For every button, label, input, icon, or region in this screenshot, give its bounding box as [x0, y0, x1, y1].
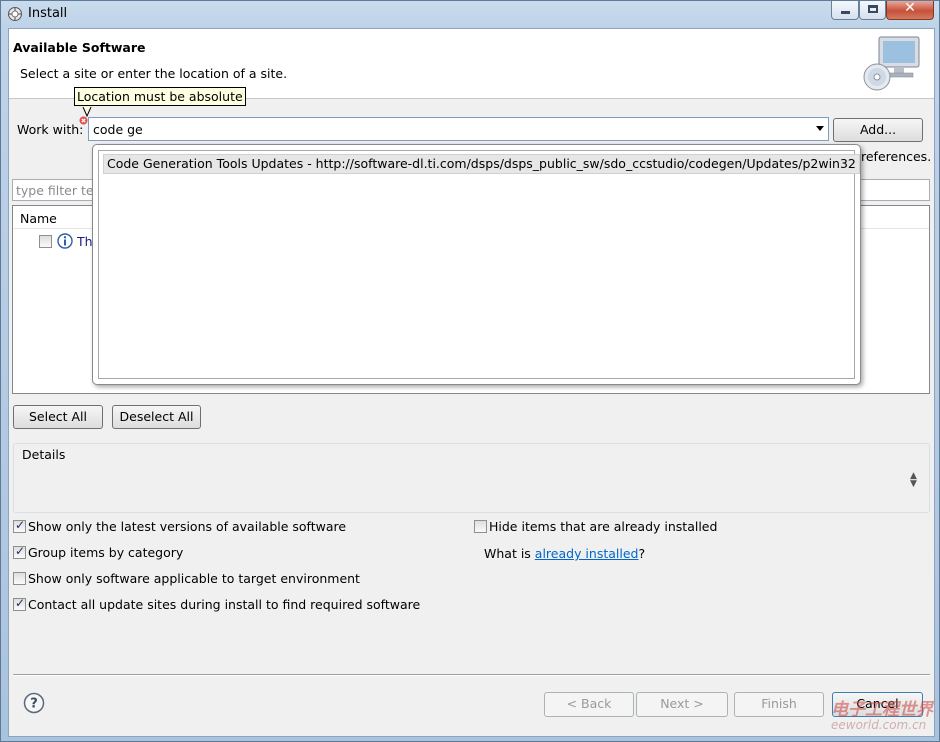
title-bar[interactable]: Install ✕ — [1, 0, 940, 28]
work-with-label: Work with: — [17, 122, 84, 137]
chevron-down-icon[interactable] — [816, 126, 824, 131]
maximize-button[interactable] — [859, 1, 886, 20]
add-site-button[interactable]: Add... — [833, 118, 923, 142]
location-error-tooltip: Location must be absolute — [74, 87, 246, 106]
show-latest-label: Show only the latest versions of availab… — [28, 519, 347, 534]
page-title: Available Software — [13, 40, 146, 55]
hide-installed-label: Hide items that are already installed — [489, 519, 718, 534]
watermark-line1: 电子工程世界 — [831, 700, 933, 720]
autocomplete-popup: Code Generation Tools Updates - http://s… — [92, 144, 861, 385]
install-banner-icon — [863, 36, 920, 91]
autocomplete-item[interactable]: Code Generation Tools Updates - http://s… — [103, 154, 860, 174]
column-header-name[interactable]: Name — [20, 211, 57, 226]
dialog-client-area: Available Software Select a site or ente… — [8, 28, 935, 737]
info-icon — [57, 233, 73, 249]
work-with-input[interactable]: code ge — [93, 122, 143, 137]
tooltip-tail-icon — [82, 107, 92, 117]
minimize-icon — [841, 11, 850, 14]
select-all-button[interactable]: Select All — [13, 405, 103, 429]
details-scroll-arrows-icon[interactable]: ▲ ▼ — [910, 472, 917, 489]
preferences-link-text[interactable]: references. — [861, 149, 931, 164]
maximize-icon — [868, 5, 878, 13]
work-with-combo[interactable]: code ge — [88, 117, 829, 141]
button-bar-separator — [13, 674, 930, 676]
filter-placeholder: type filter tex — [16, 183, 101, 198]
error-decoration-icon — [79, 116, 88, 125]
what-is-prefix: What is — [484, 546, 535, 561]
svg-text:?: ? — [30, 697, 38, 712]
install-window: Install ✕ Available Software Select a si… — [0, 0, 940, 742]
deselect-all-button[interactable]: Deselect All — [112, 405, 201, 429]
show-applicable-label: Show only software applicable to target … — [28, 571, 360, 586]
eclipse-app-icon — [8, 7, 22, 21]
hide-installed-checkbox[interactable] — [474, 520, 487, 533]
autocomplete-list: Code Generation Tools Updates - http://s… — [98, 150, 860, 379]
back-button[interactable]: < Back — [544, 692, 634, 717]
show-applicable-checkbox[interactable] — [13, 572, 26, 585]
close-button[interactable]: ✕ — [886, 0, 934, 20]
watermark-line2: eeworld.com.cn — [831, 718, 927, 732]
what-is-suffix: ? — [638, 546, 646, 561]
details-label: Details — [21, 447, 67, 462]
contact-sites-checkbox[interactable] — [13, 596, 26, 611]
row-checkbox[interactable] — [39, 235, 52, 248]
eeworld-watermark: 电子工程世界 eeworld.com.cn — [801, 691, 940, 741]
what-is-installed-text: What is already installed? — [484, 546, 645, 561]
already-installed-link[interactable]: already installed — [535, 546, 639, 561]
close-icon: ✕ — [904, 0, 916, 16]
window-title: Install — [28, 6, 68, 21]
show-latest-checkbox[interactable] — [13, 518, 26, 533]
details-group — [13, 443, 930, 513]
contact-sites-label: Contact all update sites during install … — [28, 597, 421, 612]
group-by-category-label: Group items by category — [28, 545, 184, 560]
minimize-button[interactable] — [831, 1, 859, 20]
next-button[interactable]: Next > — [636, 692, 728, 717]
help-icon[interactable]: ? — [23, 692, 45, 714]
group-by-category-checkbox[interactable] — [13, 544, 26, 559]
page-description: Select a site or enter the location of a… — [20, 66, 288, 81]
